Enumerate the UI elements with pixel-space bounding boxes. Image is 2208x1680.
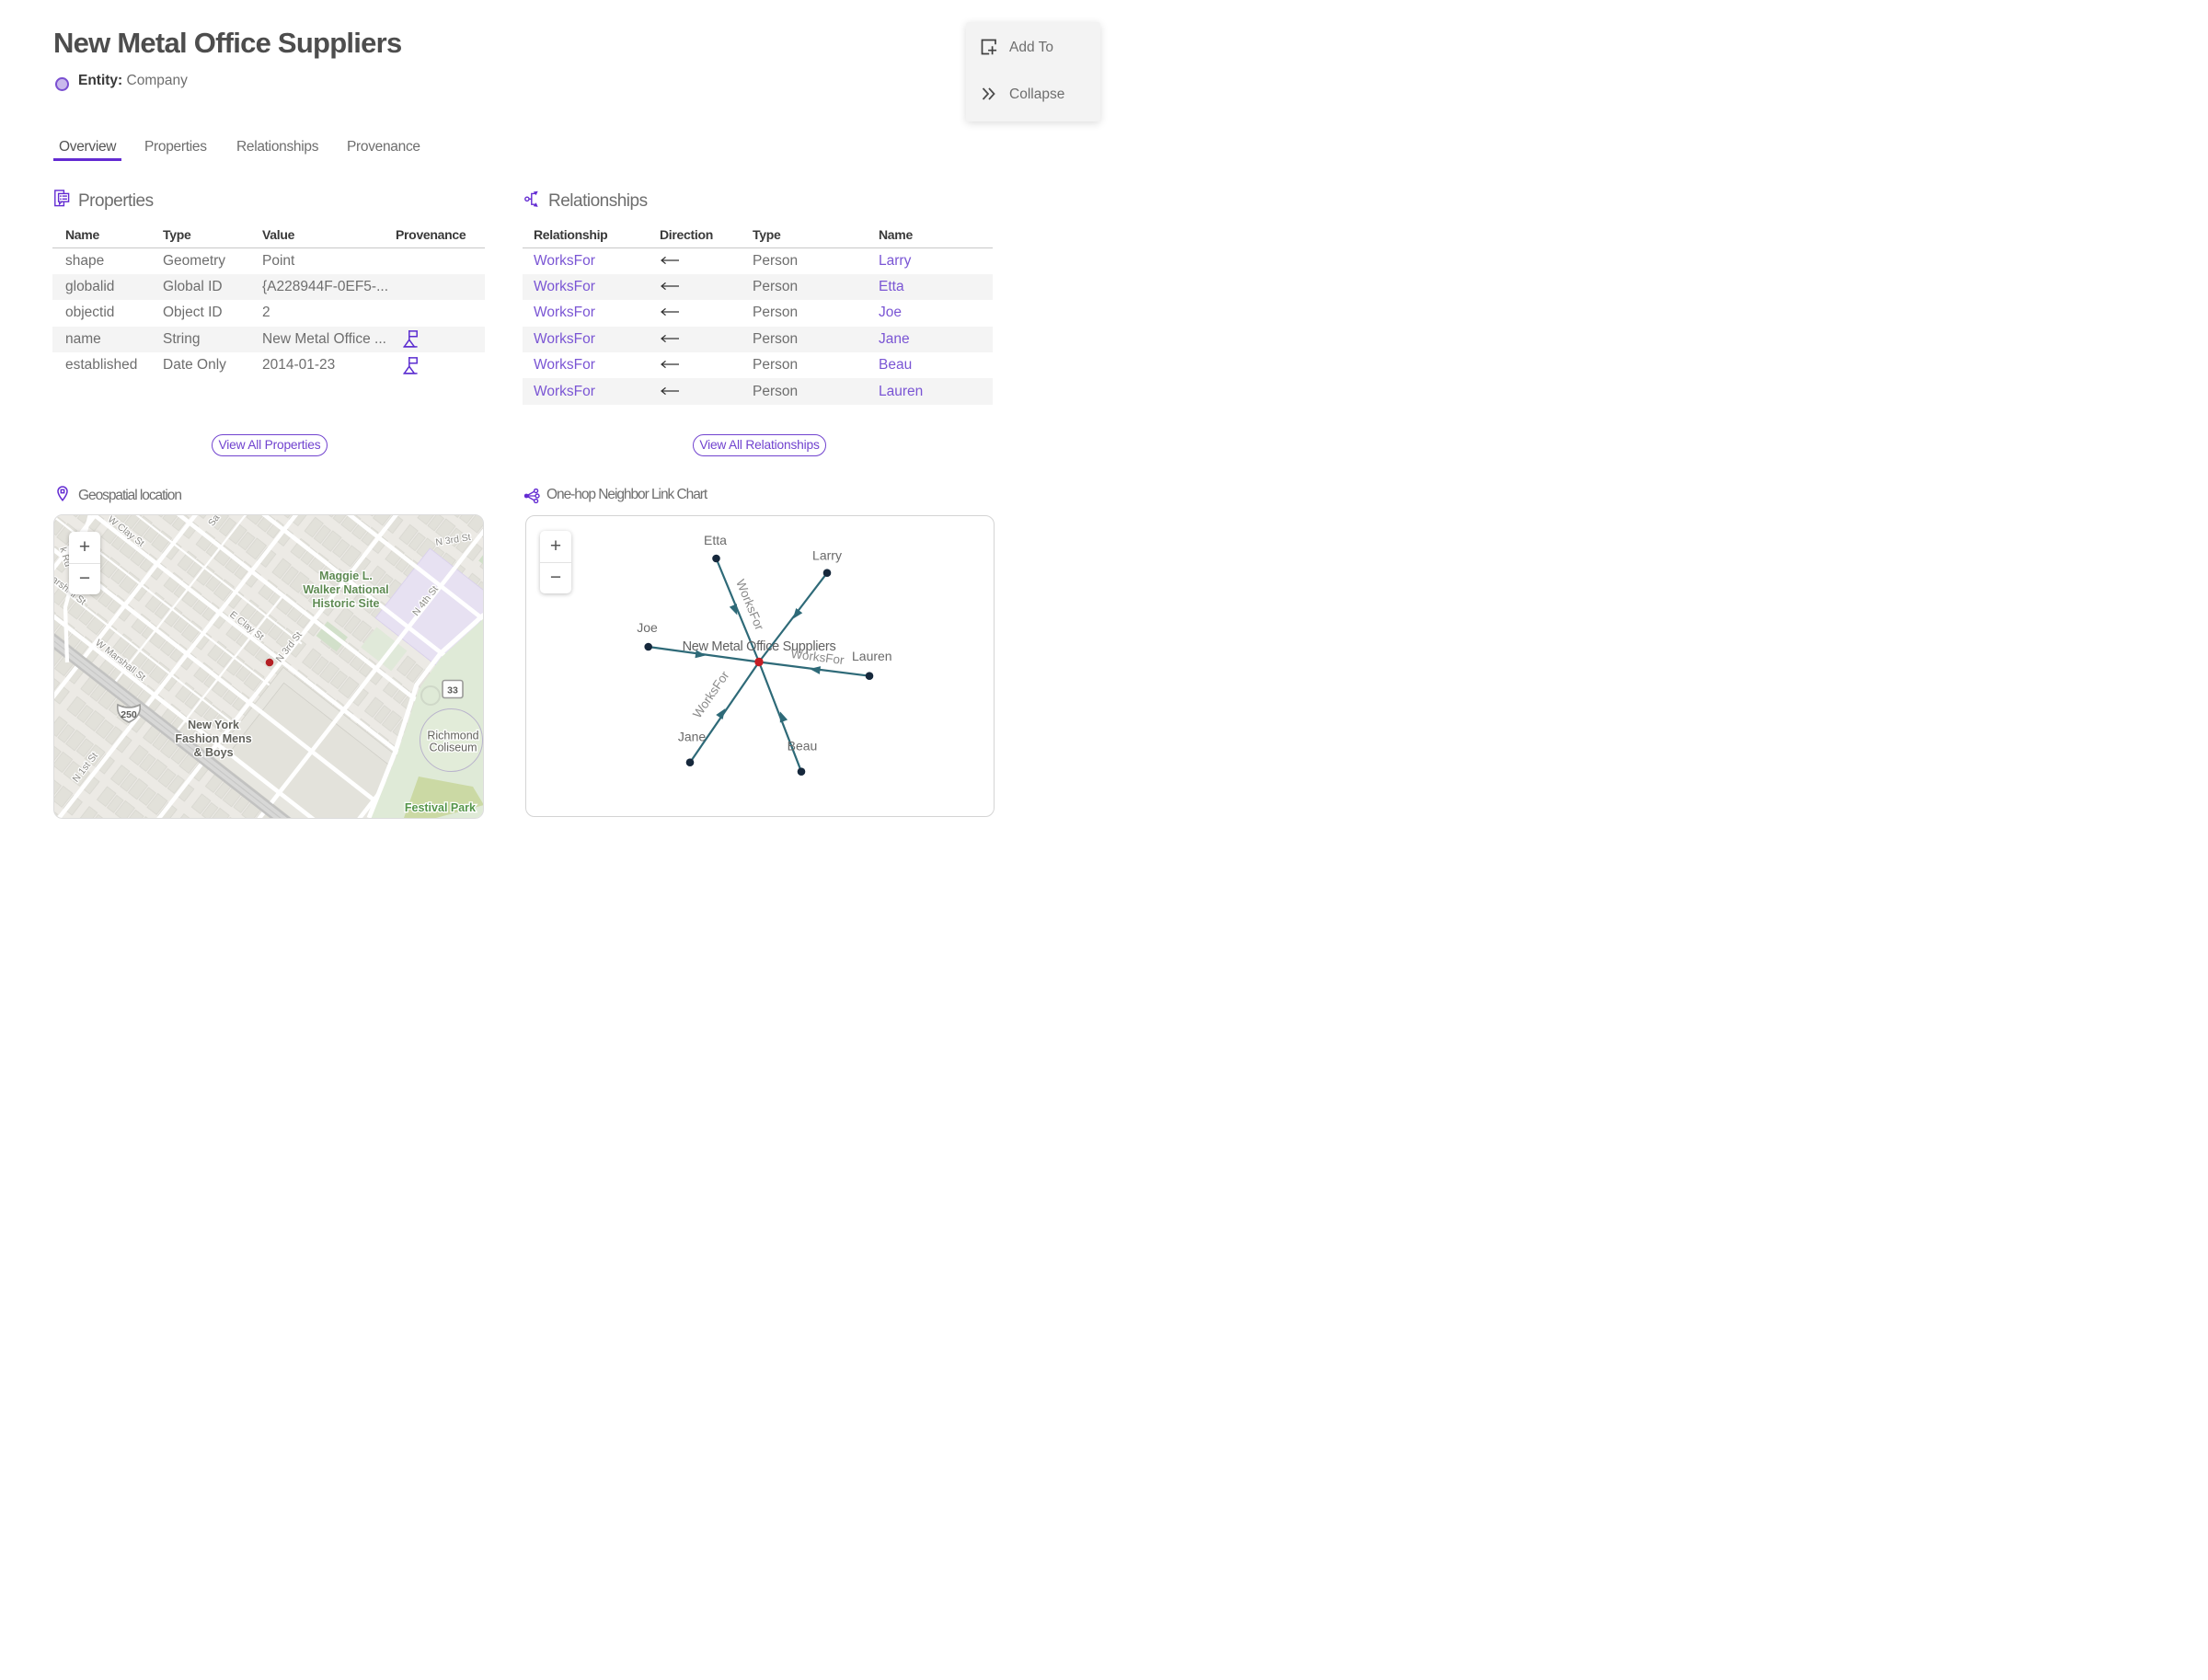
svg-text:Walker National: Walker National [303,583,388,596]
svg-text:Lauren: Lauren [852,649,892,663]
svg-text:New Metal Office Suppliers: New Metal Office Suppliers [683,639,836,654]
svg-text:WorksFor: WorksFor [733,577,766,632]
svg-text:Richmond: Richmond [427,730,478,742]
svg-text:Etta: Etta [704,533,727,547]
svg-text:Historic Site: Historic Site [313,597,380,610]
svg-text:250: 250 [121,709,137,720]
svg-text:New York: New York [188,719,239,731]
svg-text:Coliseum: Coliseum [429,742,477,754]
svg-text:WorksFor: WorksFor [690,668,732,720]
svg-text:Larry: Larry [812,548,842,563]
svg-text:33: 33 [447,685,458,696]
svg-text:Festival Park: Festival Park [405,801,476,814]
svg-text:Jane: Jane [678,730,707,744]
svg-text:Beau: Beau [788,739,818,754]
svg-text:Fashion Mens: Fashion Mens [175,732,251,745]
svg-text:& Boys: & Boys [193,746,233,759]
svg-text:Maggie L.: Maggie L. [319,570,373,582]
svg-text:Joe: Joe [637,620,658,635]
